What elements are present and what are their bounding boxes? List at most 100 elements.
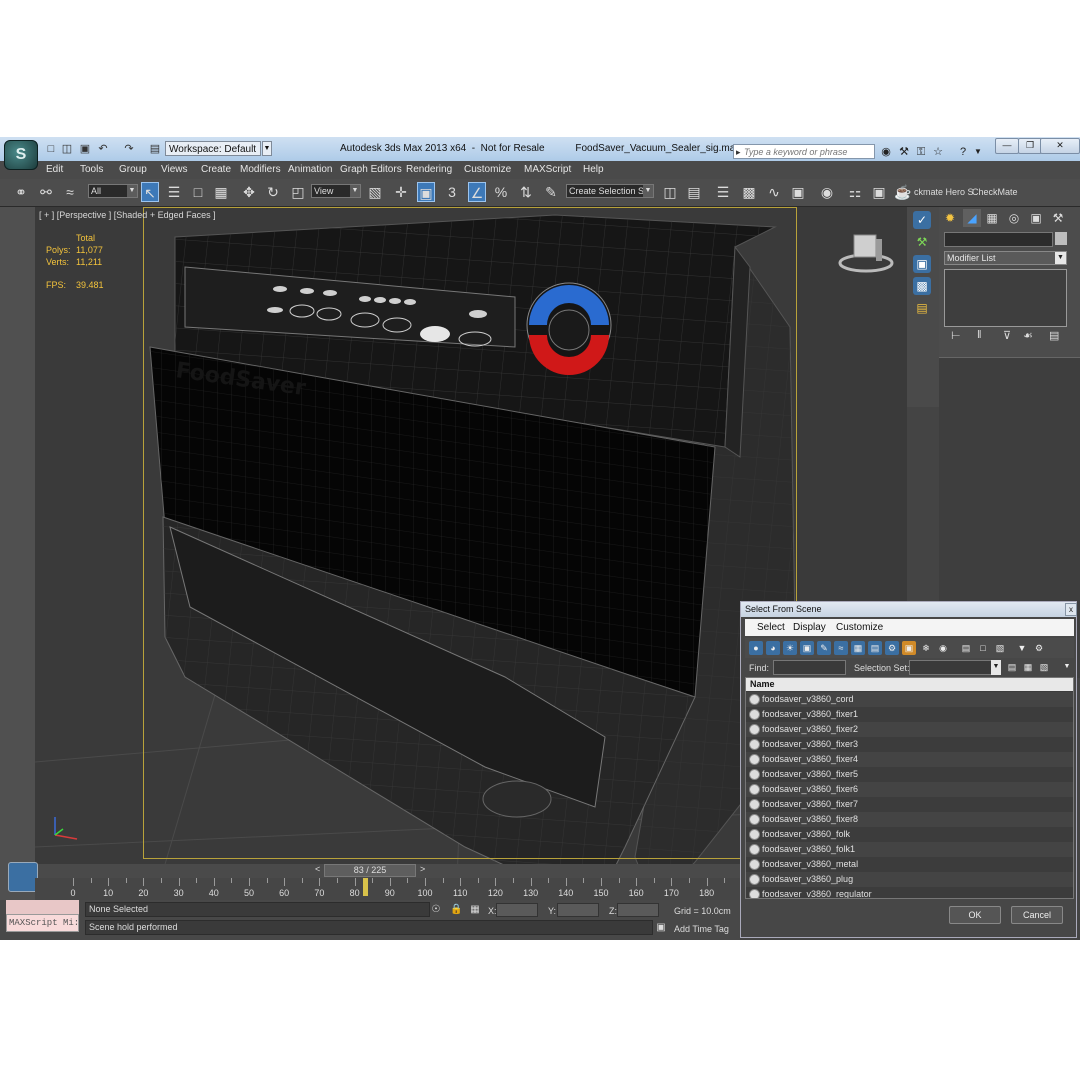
list-item[interactable]: foodsaver_v3860_folk	[746, 827, 1073, 842]
checkmark-icon[interactable]: ✓	[913, 211, 931, 229]
menu-animation[interactable]: Animation	[288, 164, 332, 175]
list-item[interactable]: foodsaver_v3860_fixer5	[746, 767, 1073, 782]
menu-edit[interactable]: Edit	[46, 164, 63, 175]
angle-snap-icon[interactable]: ∠	[468, 182, 486, 202]
select-none-icon[interactable]: □	[976, 641, 990, 655]
link-icon[interactable]: ⚭	[12, 182, 30, 202]
select-influences-icon[interactable]: ▧	[1037, 660, 1051, 674]
list-item[interactable]: foodsaver_v3860_folk1	[746, 842, 1073, 857]
image-icon[interactable]: ▣	[913, 255, 931, 273]
unlink-icon[interactable]: ⚯	[37, 182, 55, 202]
add-time-tag[interactable]: Add Time Tag	[674, 924, 729, 934]
filter-icon[interactable]: ▼	[1015, 641, 1029, 655]
pivot-center-icon[interactable]: ▧	[366, 182, 384, 202]
time-tag-icon[interactable]: ▣	[655, 921, 667, 935]
list-item[interactable]: foodsaver_v3860_plug	[746, 872, 1073, 887]
list-item[interactable]: foodsaver_v3860_metal	[746, 857, 1073, 872]
select-by-name-icon[interactable]: ☰	[165, 182, 183, 202]
time-slider-thumb[interactable]: 83 / 225	[324, 864, 416, 877]
z-coord-field[interactable]	[617, 903, 659, 917]
select-dependents-icon[interactable]: ▤	[1005, 660, 1019, 674]
render-production-icon[interactable]: ☕	[894, 182, 912, 202]
window-crossing-icon[interactable]: ▦	[212, 182, 230, 202]
time-slider-next-icon[interactable]: >	[420, 864, 425, 874]
display-space-warps-icon[interactable]: ≈	[834, 641, 848, 655]
align-icon[interactable]: ▤	[685, 182, 703, 202]
modifier-stack[interactable]	[944, 269, 1067, 327]
selection-filter-dropdown[interactable]: All ▼	[88, 184, 138, 198]
chevron-down-icon[interactable]: ▼	[262, 141, 272, 156]
absolute-mode-icon[interactable]: ▦	[469, 903, 481, 917]
redo-icon[interactable]: ↷	[122, 142, 136, 156]
options-chevron-down-icon[interactable]: ▼	[1060, 660, 1074, 674]
dialog-menu-customize[interactable]: Customize	[836, 622, 883, 633]
select-children-icon[interactable]: ▦	[1021, 660, 1035, 674]
reference-coordinate-dropdown[interactable]: View ▼	[311, 184, 361, 198]
favorites-star-icon[interactable]: ☆	[931, 145, 945, 159]
chevron-down-icon[interactable]: ▼	[991, 660, 1001, 675]
object-color-swatch[interactable]	[1055, 232, 1067, 245]
maxscript-listener-top[interactable]	[6, 900, 79, 914]
bind-space-warp-icon[interactable]: ≈	[61, 182, 79, 202]
tools-icon[interactable]: ⚒	[897, 145, 911, 159]
schematic-view-icon[interactable]: ▣	[789, 182, 807, 202]
curve-editor-icon[interactable]: ∿	[765, 182, 783, 202]
dialog-menu-display[interactable]: Display	[793, 622, 826, 633]
viewcube-icon[interactable]	[838, 231, 894, 275]
scale-icon[interactable]: ◰	[289, 182, 307, 202]
spinner-snap-icon[interactable]: ⇅	[517, 182, 535, 202]
display-lights-icon[interactable]: ☀	[783, 641, 797, 655]
menu-tools[interactable]: Tools	[80, 164, 103, 175]
show-end-result-icon[interactable]: ‖	[977, 329, 982, 341]
display-bones-icon[interactable]: ⚙	[885, 641, 899, 655]
modifier-list-dropdown[interactable]: Modifier List ▼	[944, 251, 1067, 265]
project-folder-icon[interactable]: ▤	[148, 142, 162, 156]
percent-snap-icon[interactable]: %	[492, 182, 510, 202]
hierarchy-tab-icon[interactable]: ▦	[983, 209, 1001, 227]
save-file-icon[interactable]: ▣	[78, 142, 92, 156]
snaps-toggle-icon[interactable]: 3	[443, 182, 461, 202]
find-input[interactable]	[773, 660, 846, 675]
rotate-icon[interactable]: ↻	[264, 182, 282, 202]
select-invert-icon[interactable]: ▧	[993, 641, 1007, 655]
display-groups-icon[interactable]: ▦	[851, 641, 865, 655]
create-tab-icon[interactable]: ✹	[941, 209, 959, 227]
select-manipulate-icon[interactable]: ✛	[392, 182, 410, 202]
menu-create[interactable]: Create	[201, 164, 231, 175]
new-file-icon[interactable]: □	[44, 142, 58, 156]
list-item[interactable]: foodsaver_v3860_fixer3	[746, 737, 1073, 752]
viewport-label[interactable]: [ + ] [Perspective ] [Shaded + Edged Fac…	[39, 210, 216, 220]
time-slider-prev-icon[interactable]: <	[315, 864, 320, 874]
open-file-icon[interactable]: ◫	[60, 142, 74, 156]
rectangular-selection-icon[interactable]: □	[189, 182, 207, 202]
restore-button[interactable]: ❐	[1018, 138, 1042, 154]
display-tab-icon[interactable]: ▣	[1027, 209, 1045, 227]
app-logo-icon[interactable]: S	[4, 140, 38, 170]
list-item[interactable]: foodsaver_v3860_fixer4	[746, 752, 1073, 767]
drill-tool-icon[interactable]: ⚒	[913, 233, 931, 251]
scene-object-list[interactable]: Name foodsaver_v3860_cord foodsaver_v3860…	[745, 677, 1074, 899]
dialog-title[interactable]: Select From Scene	[741, 602, 1076, 617]
edit-named-selection-icon[interactable]: ✎	[542, 182, 560, 202]
y-coord-field[interactable]	[557, 903, 599, 917]
named-selection-set-dropdown[interactable]: Create Selection Se ▼	[566, 184, 654, 198]
pin-stack-icon[interactable]: ⊢	[951, 329, 961, 342]
door-icon[interactable]: ▤	[913, 299, 931, 317]
dialog-menu-select[interactable]: Select	[757, 622, 785, 633]
display-hidden-icon[interactable]: ◉	[936, 641, 950, 655]
menu-views[interactable]: Views	[161, 164, 188, 175]
list-item[interactable]: foodsaver_v3860_cord	[746, 692, 1073, 707]
move-icon[interactable]: ✥	[240, 182, 258, 202]
layer-manager-icon[interactable]: ☰	[714, 182, 732, 202]
close-button[interactable]: ✕	[1040, 138, 1080, 154]
key-mode-icon[interactable]	[8, 862, 38, 892]
utilities-tab-icon[interactable]: ⚒	[1049, 209, 1067, 227]
object-name-field[interactable]	[944, 232, 1053, 247]
mirror-icon[interactable]: ◫	[661, 182, 679, 202]
keyboard-shortcut-override-icon[interactable]: ▣	[417, 182, 435, 202]
list-item[interactable]: foodsaver_v3860_regulator	[746, 887, 1073, 898]
checkmate-hero-label[interactable]: ckmate Hero S	[914, 187, 974, 197]
key-icon[interactable]: ⚿	[914, 145, 928, 159]
help-icon[interactable]: ?	[956, 145, 970, 159]
ribbon-toggle-icon[interactable]: ▩	[740, 182, 758, 202]
